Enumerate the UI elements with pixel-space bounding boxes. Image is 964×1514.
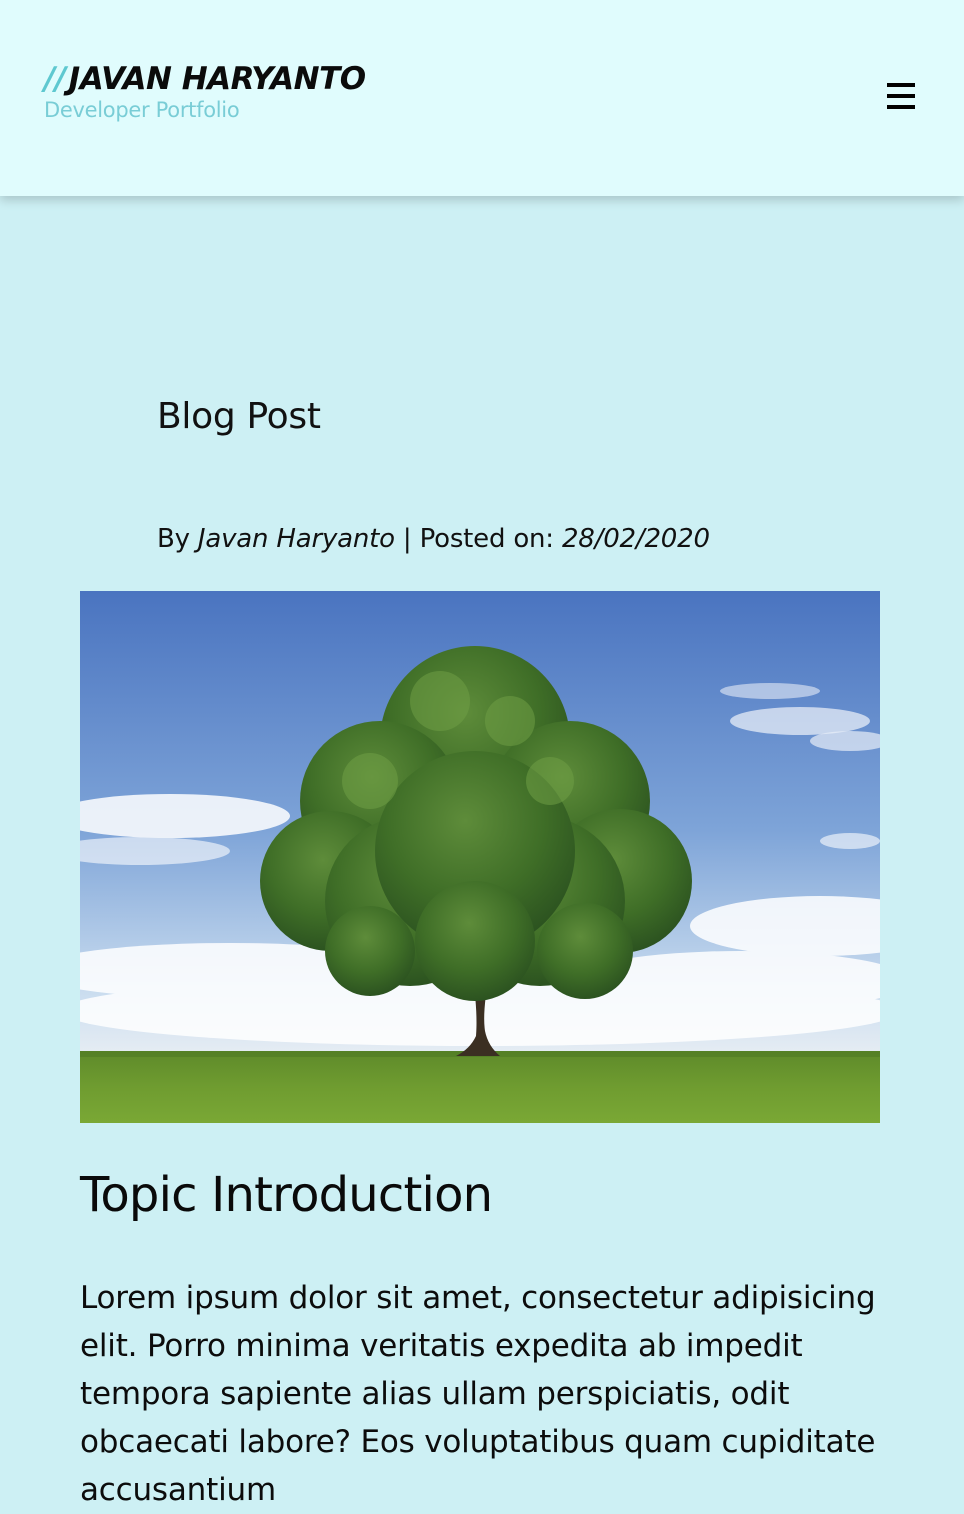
hamburger-menu-icon[interactable] [882, 80, 920, 112]
site-logo[interactable]: //JAVAN HARYANTO Developer Portfolio [44, 60, 366, 123]
page-title: Blog Post [157, 396, 321, 437]
post-hero-image [80, 591, 880, 1123]
post-byline: By Javan Haryanto | Posted on: 28/02/202… [157, 521, 710, 557]
posted-label: Posted on: [419, 524, 555, 554]
section-title: Topic Introduction [80, 1167, 493, 1223]
logo-title: //JAVAN HARYANTO [44, 60, 366, 98]
post-body-text: Lorem ipsum dolor sit amet, consectetur … [80, 1280, 876, 1508]
logo-slashes: // [44, 61, 66, 97]
logo-name: JAVAN HARYANTO [68, 61, 366, 97]
logo-subtitle: Developer Portfolio [44, 98, 240, 122]
tree-in-field-image [80, 591, 880, 1123]
post-date: 28/02/2020 [561, 524, 710, 554]
post-author: Javan Haryanto [197, 524, 395, 554]
by-label: By [157, 524, 190, 554]
site-header: //JAVAN HARYANTO Developer Portfolio [0, 0, 964, 196]
byline-separator: | [402, 524, 412, 554]
blog-post-main: Blog Post By Javan Haryanto | Posted on:… [0, 196, 964, 1508]
